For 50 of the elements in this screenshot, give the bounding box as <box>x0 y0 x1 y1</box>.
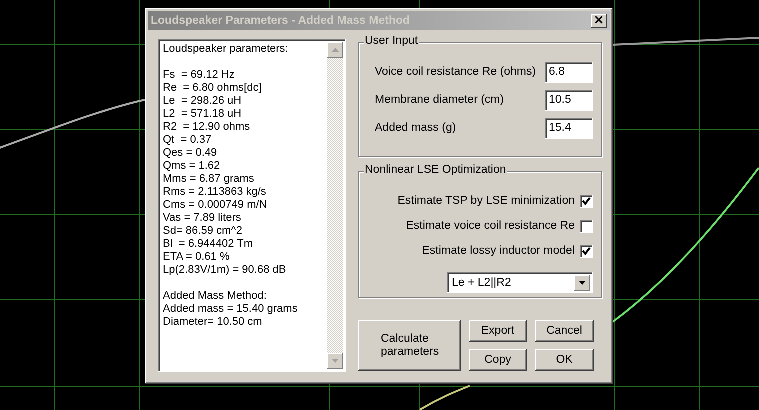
result-line: Added mass = 15.40 grams <box>163 303 299 316</box>
result-line: L2 = 571.18 uH <box>163 108 243 121</box>
field-label: Membrane diameter (cm) <box>375 94 504 106</box>
result-line: Qt = 0.37 <box>163 134 213 147</box>
checkbox-label: Estimate lossy inductor model <box>422 245 575 257</box>
result-line: Fs = 69.12 Hz <box>163 69 236 82</box>
dropdown-value: Le + L2||R2 <box>452 276 512 288</box>
result-line: Sd= 86.59 cm^2 <box>163 225 244 238</box>
result-line: Vas = 7.89 liters <box>163 212 242 225</box>
scrollbar[interactable] <box>327 42 343 369</box>
result-line: Rms = 2.113863 kg/s <box>163 186 268 199</box>
result-line: Lp(2.83V/1m) = 90.68 dB <box>163 264 288 277</box>
result-line: Qes = 0.49 <box>163 147 218 160</box>
group-title: Nonlinear LSE Optimization <box>364 164 508 176</box>
field-label: Added mass (g) <box>375 122 456 134</box>
result-line: Mms = 6.87 grams <box>163 173 256 186</box>
dialog-button[interactable]: Export <box>469 320 527 342</box>
result-line: Le = 298.26 uH <box>163 95 243 108</box>
result-line: Cms = 0.000749 m/N <box>163 199 268 212</box>
scroll-up-button[interactable] <box>327 42 343 58</box>
scroll-down-button[interactable] <box>327 353 343 369</box>
input-field[interactable]: 15.4 <box>545 118 593 138</box>
dialog-button[interactable]: Cancel <box>535 320 594 342</box>
checkbox[interactable] <box>580 244 593 258</box>
down-arrow-icon <box>578 280 586 284</box>
up-arrow-icon <box>332 48 338 52</box>
checkbox[interactable] <box>580 194 593 208</box>
dialog-button[interactable]: OK <box>535 349 594 371</box>
model-dropdown[interactable]: Le + L2||R2 <box>447 272 593 293</box>
result-line: Re = 6.80 ohms[dc] <box>163 82 263 95</box>
dropdown-arrow-button[interactable] <box>574 274 590 290</box>
checkbox[interactable] <box>580 220 593 232</box>
result-line: Diameter= 10.50 cm <box>163 316 264 329</box>
result-line: Loudspeaker parameters: <box>163 43 290 56</box>
result-line: Added Mass Method: <box>163 290 268 303</box>
checkbox-label: Estimate voice coil resistance Re <box>406 220 575 232</box>
result-line: ETA = 0.61 % <box>163 251 231 264</box>
field-label: Voice coil resistance Re (ohms) <box>375 66 536 78</box>
input-field[interactable]: 10.5 <box>545 90 593 110</box>
result-line: Qms = 1.62 <box>163 160 222 173</box>
dialog-button[interactable]: Calculate parameters <box>358 320 461 371</box>
close-button[interactable]: × <box>591 14 607 28</box>
input-field[interactable]: 6.8 <box>545 62 593 82</box>
down-arrow-icon <box>332 359 338 363</box>
dialog-button[interactable]: Copy <box>469 349 527 371</box>
group-title: User Input <box>364 35 420 47</box>
results-text-area[interactable] <box>158 39 346 372</box>
checkbox-label: Estimate TSP by LSE minimization <box>398 195 575 207</box>
result-line: Bl = 6.944402 Tm <box>163 238 254 251</box>
result-line: R2 = 12.90 ohms <box>163 121 252 134</box>
